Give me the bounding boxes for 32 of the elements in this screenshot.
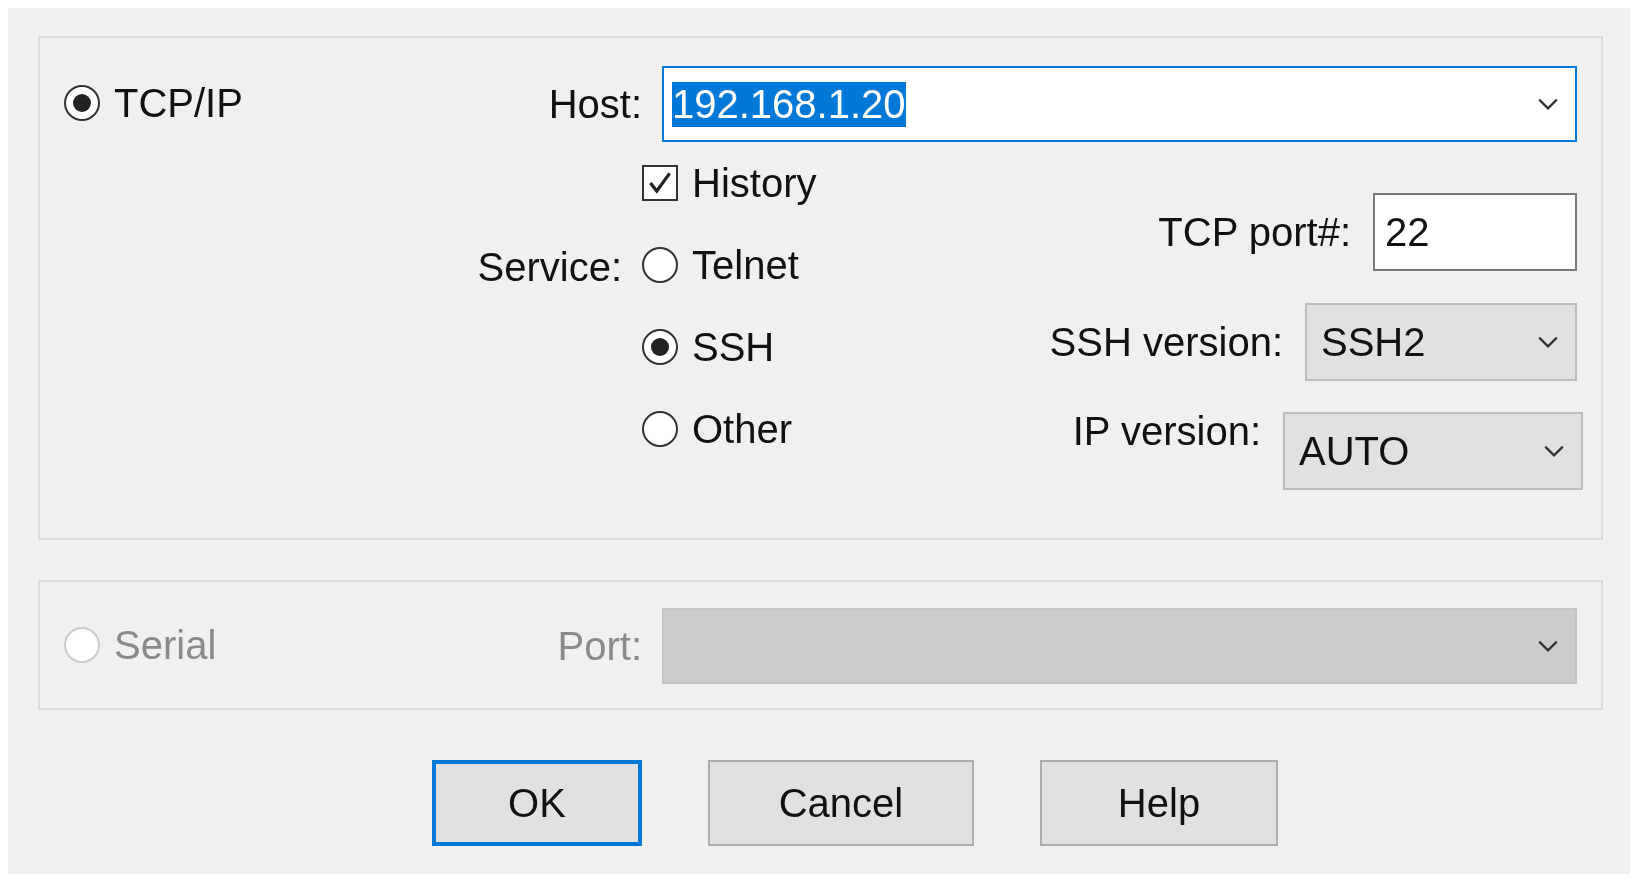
radio-label: Other [692,406,793,452]
radio-label: TCP/IP [114,80,243,126]
radio-button[interactable] [64,85,100,121]
chevron-down-icon [1543,444,1565,458]
dialog-button[interactable]: OK [432,760,642,846]
field-value: 192.168.1.20 [672,81,906,127]
chevron-down-icon [1537,639,1559,653]
dropdown[interactable]: AUTO [1283,412,1583,490]
radio-label: SSH [692,324,775,370]
host-combo-field[interactable]: 192.168.1.20 [662,66,1577,142]
chevron-down-icon [1537,97,1559,111]
dropdown-value: SSH2 [1321,319,1426,365]
radio-button[interactable] [642,329,678,365]
field-label: IP version: [1072,408,1261,454]
dropdown[interactable]: SSH2 [1305,303,1577,381]
chevron-down-icon [1537,335,1559,349]
radio-label: Serial [114,622,217,668]
field-label: Host: [547,81,643,127]
field-value: 22 [1385,209,1430,255]
field-label: SSH version: [1049,319,1283,365]
dropdown-value: AUTO [1299,428,1410,474]
radio-label: Telnet [692,242,799,288]
radio-button[interactable] [642,247,678,283]
dialog-button[interactable]: Cancel [708,760,974,846]
checkbox[interactable] [642,165,678,201]
dialog-button[interactable]: Help [1040,760,1278,846]
field-label: Port: [556,623,643,669]
field-label: TCP port#: [1158,209,1351,255]
port-input-field[interactable]: 22 [1373,193,1577,271]
checkbox-label: History [692,160,817,206]
field-label: Service: [477,244,622,290]
radio-button[interactable] [642,411,678,447]
